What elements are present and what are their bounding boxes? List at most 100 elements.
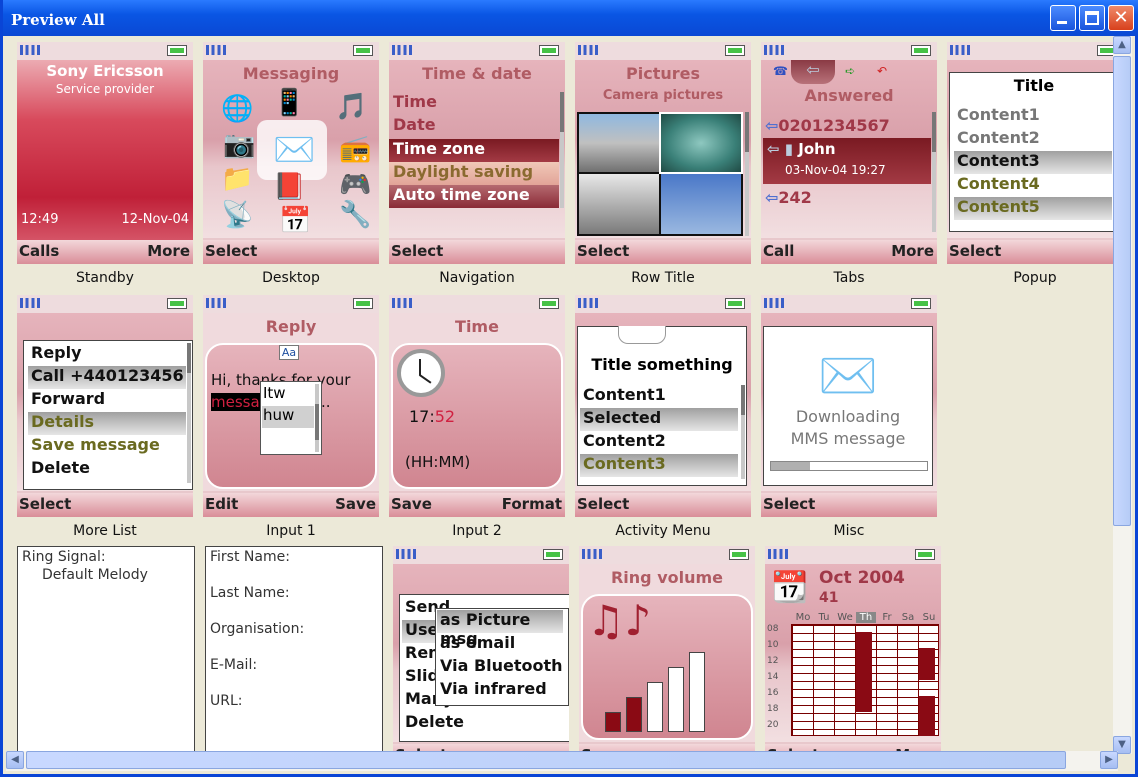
more-item-call[interactable]: Call +440123456 xyxy=(28,366,186,389)
activity-item[interactable]: Content3 xyxy=(580,454,738,477)
more-item-reply[interactable]: Reply xyxy=(28,343,186,366)
calendar-event[interactable] xyxy=(919,696,935,736)
softkeys: Select xyxy=(17,493,193,517)
close-button[interactable]: ✕ xyxy=(1108,5,1134,31)
activity-item[interactable]: Content2 xyxy=(580,431,738,454)
ringsignal-panel: Ring Signal: Default Melody xyxy=(17,546,195,754)
activity-preview[interactable]: Title something Content1 Selected Conten… xyxy=(575,295,751,539)
tabs-preview[interactable]: ☎ ⇦ ➪ ↶ Answered ⇦0201234567 ⇦ ▮ John 03… xyxy=(761,42,937,286)
calendar-event[interactable] xyxy=(856,632,872,712)
morelist-preview[interactable]: Reply Call +440123456 Forward Details Sa… xyxy=(17,295,193,539)
thumbnail-square[interactable] xyxy=(579,174,659,234)
desktop-preview[interactable]: Messaging 🌐 📱 🎵 📷 ✉️ 📻 📁 📕 🎮 📡 📅 🔧 Selec… xyxy=(203,42,379,286)
calls-softkey[interactable]: Calls xyxy=(19,242,59,260)
select-softkey[interactable]: Select xyxy=(19,495,71,513)
scrollbar[interactable] xyxy=(560,92,564,208)
call-softkey[interactable]: Call xyxy=(763,242,794,260)
navigation-preview[interactable]: Time & date Time Date Time zone Daylight… xyxy=(389,42,565,286)
signal-icon xyxy=(206,298,226,308)
standby-preview[interactable]: Sony Ericsson Service provider 12:49 12-… xyxy=(17,42,193,286)
menu-item-timezone[interactable]: Time zone xyxy=(389,139,559,162)
scrollbar[interactable] xyxy=(187,343,191,483)
battery-icon xyxy=(543,549,563,560)
more-item-delete[interactable]: Delete xyxy=(28,458,186,481)
minimize-button[interactable] xyxy=(1050,5,1076,31)
more-softkey[interactable]: More xyxy=(891,242,934,260)
more-softkey[interactable]: More xyxy=(147,242,190,260)
format-softkey[interactable]: Format xyxy=(502,495,562,513)
hour-label: 20 xyxy=(767,720,779,730)
input2-preview[interactable]: Time 17:52 (HH:MM) Save Format Input 2 xyxy=(389,295,565,539)
messaging-icon[interactable]: ✉️ xyxy=(273,130,315,170)
horizontal-thumb[interactable] xyxy=(26,751,1066,769)
vertical-scrollbar[interactable]: ▲ ▼ xyxy=(1113,36,1132,754)
suggestion-item[interactable]: Itw xyxy=(263,384,286,402)
preview-caption: Row Title xyxy=(631,270,695,286)
activity-item[interactable]: Content1 xyxy=(580,385,738,408)
vertical-thumb[interactable] xyxy=(1113,56,1131,526)
menu-item-autotimezone[interactable]: Auto time zone xyxy=(389,185,559,208)
popup-item[interactable]: Content1 xyxy=(954,105,1112,128)
delete-item[interactable]: Delete xyxy=(402,712,560,735)
thumbnail-sky[interactable] xyxy=(661,174,741,234)
hour-label: 16 xyxy=(767,688,779,698)
select-softkey[interactable]: Select xyxy=(577,242,629,260)
misc-preview[interactable]: ✉️ Downloading MMS message Select Misc xyxy=(761,295,937,539)
call-row-1[interactable]: ⇦0201234567 xyxy=(765,116,890,135)
scroll-up-button[interactable]: ▲ xyxy=(1113,36,1131,54)
maximize-button[interactable] xyxy=(1079,5,1105,31)
missed-tab-icon[interactable]: ☎ xyxy=(773,64,788,78)
dialled-tab-icon[interactable]: ➪ xyxy=(845,64,855,78)
calendar-event[interactable] xyxy=(919,648,935,680)
popup-item[interactable]: Content2 xyxy=(954,128,1112,151)
suggestion-item-selected[interactable]: huw xyxy=(262,406,314,428)
calendar-preview[interactable]: 📆 Oct 2004 41 Mo Tu We Th Fr Sa Su 08 10 12 14 16 18… xyxy=(765,546,941,754)
popup-item[interactable]: Content4 xyxy=(954,174,1112,197)
time-value[interactable]: 17:52 xyxy=(409,407,455,426)
menu-item-date[interactable]: Date xyxy=(389,115,559,138)
sub-picture-msg[interactable]: as Picture msg xyxy=(437,610,563,648)
call-row-selected[interactable]: ⇦ ▮ John 03-Nov-04 19:27 xyxy=(763,138,931,184)
sub-email[interactable]: as email xyxy=(437,633,563,656)
menu-item-daylight[interactable]: Daylight saving xyxy=(389,162,559,185)
select-softkey[interactable]: Select xyxy=(577,495,629,513)
more-item-details[interactable]: Details xyxy=(28,412,186,435)
sendmenu-preview[interactable]: Send Use Rem Slide Many Delete as Pictur… xyxy=(393,546,569,754)
sub-infrared[interactable]: Via infrared xyxy=(437,679,563,702)
more-item-forward[interactable]: Forward xyxy=(28,389,186,412)
battery-icon xyxy=(167,298,187,309)
menu-item-time[interactable]: Time xyxy=(389,92,559,115)
thumbnail-dome[interactable] xyxy=(659,112,743,174)
answered-tab-icon[interactable]: ⇦ xyxy=(791,60,835,84)
preview-area: Sony Ericsson Service provider 12:49 12-… xyxy=(6,36,1118,754)
scroll-left-button[interactable]: ◀ xyxy=(6,751,24,769)
more-item-save[interactable]: Save message xyxy=(28,435,186,458)
rowtitle-preview[interactable]: Pictures Camera pictures Select Row Titl… xyxy=(575,42,751,286)
horizontal-scrollbar[interactable]: ◀ ▶ xyxy=(6,751,1118,771)
select-softkey[interactable]: Select xyxy=(949,242,1001,260)
popup-item[interactable]: Content3 xyxy=(954,151,1112,174)
input1-preview[interactable]: Reply Aa Hi, thanks for your messa .. It… xyxy=(203,295,379,539)
scroll-right-button[interactable]: ▶ xyxy=(1100,751,1118,769)
missed-call-tab-icon[interactable]: ↶ xyxy=(877,64,887,78)
sub-bluetooth[interactable]: Via Bluetooth xyxy=(437,656,563,679)
select-softkey[interactable]: Select xyxy=(205,242,257,260)
scrollbar[interactable] xyxy=(932,112,936,232)
signal-icon xyxy=(206,45,226,55)
save-softkey[interactable]: Save xyxy=(391,495,432,513)
edit-softkey[interactable]: Edit xyxy=(205,495,238,513)
save-softkey[interactable]: Save xyxy=(335,495,376,513)
scrollbar[interactable] xyxy=(315,384,319,452)
ringvolume-title: Ring volume xyxy=(610,568,724,587)
call-row-3[interactable]: ⇦242 xyxy=(765,188,812,207)
ringvolume-preview[interactable]: Ring volume ♫♪ Save xyxy=(579,546,755,754)
thumbnail-street[interactable] xyxy=(579,114,659,172)
select-softkey[interactable]: Select xyxy=(391,242,443,260)
activity-item-selected[interactable]: Selected xyxy=(580,408,738,431)
scrollbar[interactable] xyxy=(741,385,745,479)
select-softkey[interactable]: Select xyxy=(763,495,815,513)
popup-item[interactable]: Content5 xyxy=(954,197,1112,220)
popup-preview[interactable]: Title Content1 Content2 Content3 Content… xyxy=(947,42,1118,286)
status-bar xyxy=(575,295,751,313)
scrollbar[interactable] xyxy=(745,112,749,236)
